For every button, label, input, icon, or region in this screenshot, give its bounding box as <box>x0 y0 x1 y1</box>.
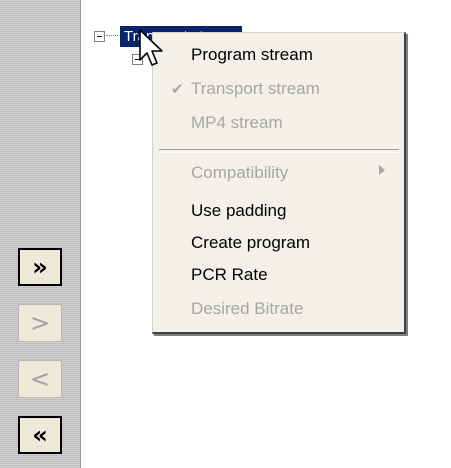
menu-item-label: Create program <box>191 233 311 252</box>
menu-item-transport-stream[interactable]: ✔ Transport stream <box>153 73 405 105</box>
left-toolbar-strip: » > < « <box>0 0 80 468</box>
move-right-button[interactable]: > <box>18 304 62 342</box>
menu-item-compatibility[interactable]: Compatibility <box>153 157 405 189</box>
menu-item-desired-bitrate[interactable]: Desired Bitrate <box>153 293 405 325</box>
context-menu: Program stream ✔ Transport stream MP4 st… <box>152 32 406 334</box>
menu-item-use-padding[interactable]: Use padding <box>153 195 405 227</box>
menu-item-create-program[interactable]: Create program <box>153 227 405 259</box>
menu-item-label: Transport stream <box>191 79 320 98</box>
move-all-left-button[interactable]: « <box>18 416 62 454</box>
menu-item-label: Desired Bitrate <box>191 299 304 318</box>
move-left-button[interactable]: < <box>18 360 62 398</box>
mouse-pointer-icon <box>139 29 163 66</box>
menu-item-label: PCR Rate <box>191 265 268 284</box>
menu-item-label: Program stream <box>191 45 313 64</box>
menu-item-label: MP4 stream <box>191 113 283 132</box>
move-all-right-button[interactable]: » <box>18 248 62 286</box>
menu-item-label: Use padding <box>191 201 287 220</box>
checkmark-icon: ✔ <box>171 80 184 98</box>
menu-item-mp4-stream[interactable]: MP4 stream <box>153 107 405 139</box>
collapse-icon[interactable] <box>94 30 105 42</box>
tree-connector <box>106 35 118 37</box>
menu-item-program-stream[interactable]: Program stream <box>153 39 405 71</box>
menu-item-label: Compatibility <box>191 163 289 182</box>
menu-item-pcr-rate[interactable]: PCR Rate <box>153 259 405 291</box>
submenu-arrow-icon <box>379 165 385 175</box>
menu-separator <box>159 149 399 153</box>
